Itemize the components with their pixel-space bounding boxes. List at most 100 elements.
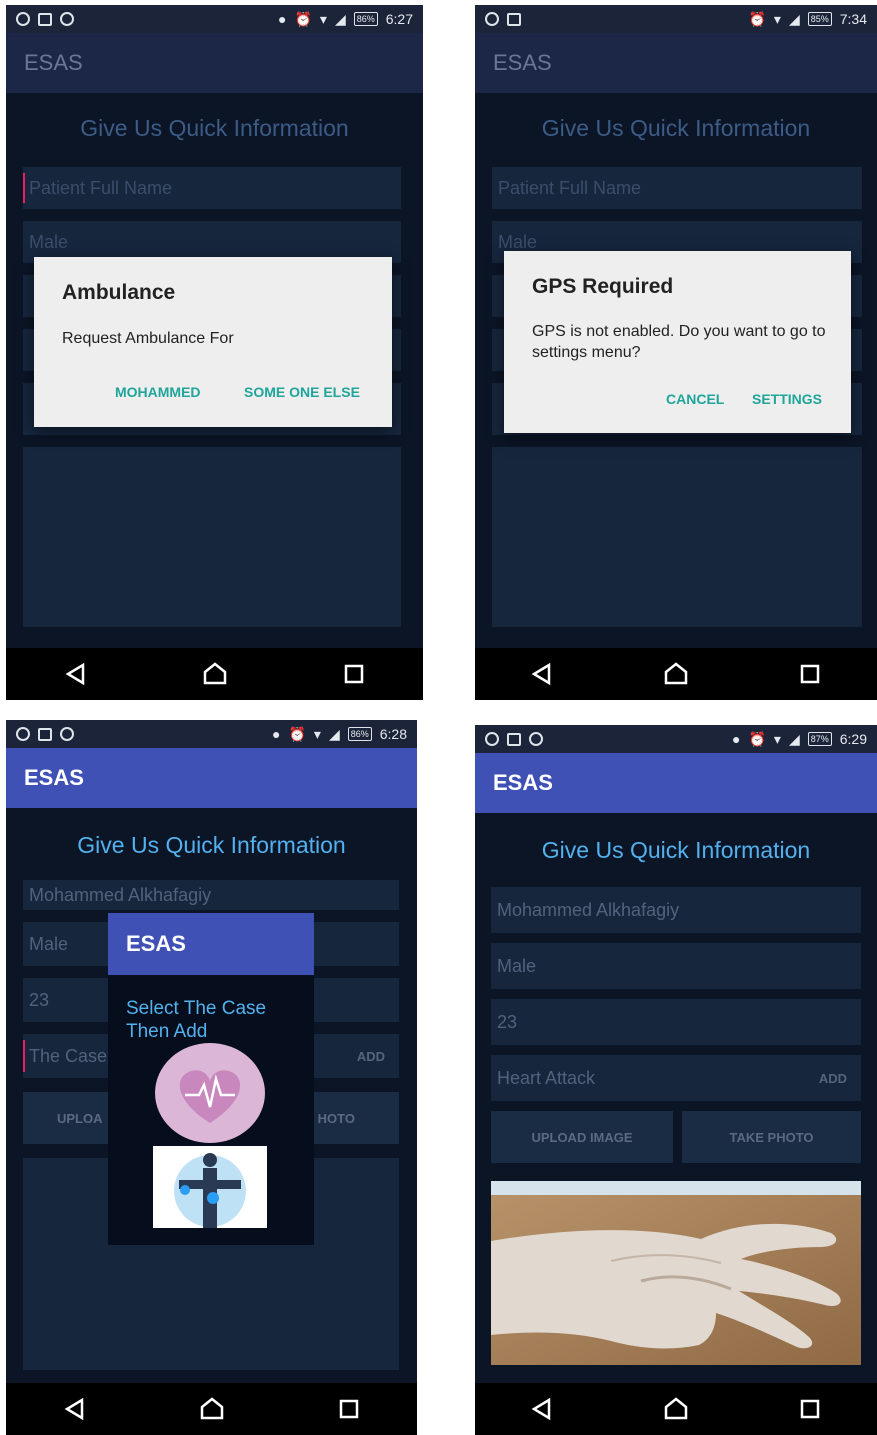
back-icon[interactable] bbox=[62, 1396, 88, 1422]
photo-label: HOTO bbox=[317, 1110, 355, 1126]
age-field[interactable]: 23 bbox=[491, 999, 861, 1045]
app-bar-title: ESAS bbox=[475, 753, 877, 813]
gallery-icon bbox=[38, 727, 52, 741]
recents-icon[interactable] bbox=[797, 661, 823, 687]
app-notification-icon bbox=[60, 727, 74, 741]
phone-screen-gps: ⏰ ▾ ◢ 85% 7:34 ESAS Give Us Quick Inform… bbox=[475, 5, 877, 700]
add-button[interactable]: ADD bbox=[357, 1049, 385, 1064]
gallery-icon bbox=[507, 12, 521, 26]
whatsapp-icon bbox=[16, 727, 30, 741]
case-value: Heart Attack bbox=[497, 1067, 596, 1088]
take-photo-button[interactable]: TAKE PHOTO bbox=[682, 1111, 861, 1163]
nav-bar bbox=[475, 648, 877, 700]
phone-screen-ambulance: ● ⏰ ▾ ◢ 86% 6:27 ESAS Give Us Quick Info… bbox=[6, 5, 423, 700]
popup-message: Select The Case Then Add bbox=[126, 998, 267, 1042]
back-icon[interactable] bbox=[529, 1396, 555, 1422]
back-icon[interactable] bbox=[529, 661, 555, 687]
add-button[interactable]: ADD bbox=[819, 1071, 847, 1086]
status-bar: ● ⏰ ▾ ◢ 87% 6:29 bbox=[475, 725, 877, 753]
home-icon[interactable] bbox=[663, 1396, 689, 1422]
mohammed-button[interactable]: MOHAMMED bbox=[115, 384, 201, 400]
gender-field[interactable]: Male bbox=[491, 943, 861, 989]
case-placeholder: The Case bbox=[29, 1045, 108, 1066]
whatsapp-icon bbox=[485, 732, 499, 746]
gallery-icon bbox=[38, 12, 52, 26]
whatsapp-icon bbox=[16, 12, 30, 26]
upload-label: UPLOA bbox=[57, 1110, 103, 1126]
patient-name-input[interactable]: Mohammed Alkhafagiy bbox=[491, 887, 861, 933]
case-input[interactable]: Heart Attack ADD bbox=[491, 1055, 861, 1101]
home-icon[interactable] bbox=[202, 661, 228, 687]
alarm-icon: ⏰ bbox=[748, 730, 766, 747]
battery-indicator: 86% bbox=[353, 12, 378, 26]
status-bar: ● ⏰ ▾ ◢ 86% 6:27 bbox=[6, 5, 423, 33]
dialog-message: GPS is not enabled. Do you want to go to… bbox=[532, 323, 826, 361]
clock: 6:28 bbox=[379, 726, 407, 742]
text-cursor bbox=[23, 1040, 25, 1072]
clock: 6:29 bbox=[839, 731, 867, 747]
injury-case-icon[interactable] bbox=[153, 1146, 267, 1228]
popup-title: ESAS bbox=[108, 913, 314, 975]
page-heading: Give Us Quick Information bbox=[77, 832, 346, 858]
gender-value: Male bbox=[497, 955, 537, 976]
age-value: 23 bbox=[497, 1011, 518, 1032]
phone-screen-filled-form: ● ⏰ ▾ ◢ 87% 6:29 ESAS Give Us Quick Info… bbox=[475, 725, 877, 1435]
signal-icon: ◢ bbox=[334, 10, 346, 27]
app-notification-icon bbox=[529, 732, 543, 746]
patient-name-input[interactable]: Mohammed Alkhafagiy bbox=[23, 880, 399, 910]
patient-name-placeholder: Patient Full Name bbox=[498, 177, 642, 198]
clock: 7:34 bbox=[839, 11, 867, 27]
recents-icon[interactable] bbox=[797, 1396, 823, 1422]
battery-indicator: 86% bbox=[347, 727, 372, 741]
heart-case-icon[interactable] bbox=[155, 1043, 265, 1143]
alarm-icon: ⏰ bbox=[294, 10, 312, 27]
age-value: 23 bbox=[29, 989, 50, 1010]
someone-else-button[interactable]: SOME ONE ELSE bbox=[244, 384, 360, 400]
gallery-icon bbox=[507, 732, 521, 746]
patient-name-value: Mohammed Alkhafagiy bbox=[29, 884, 212, 905]
location-icon: ● bbox=[732, 731, 741, 747]
app-bar-title: ESAS bbox=[6, 748, 417, 808]
patient-name-input[interactable]: Patient Full Name bbox=[492, 167, 862, 209]
nav-bar bbox=[475, 1383, 877, 1435]
gender-value: Male bbox=[29, 933, 69, 954]
home-icon[interactable] bbox=[663, 661, 689, 687]
gender-value: Male bbox=[498, 231, 538, 252]
clock: 6:27 bbox=[385, 11, 413, 27]
signal-icon: ◢ bbox=[788, 10, 800, 27]
alarm-icon: ⏰ bbox=[288, 725, 306, 742]
location-icon: ● bbox=[278, 11, 287, 27]
gps-dialog: GPS Required GPS is not enabled. Do you … bbox=[504, 251, 851, 433]
back-icon[interactable] bbox=[63, 661, 89, 687]
image-panel bbox=[492, 447, 862, 627]
wifi-icon: ▾ bbox=[313, 725, 321, 742]
app-bar-title: ESAS bbox=[6, 33, 423, 93]
app-notification-icon bbox=[485, 12, 499, 26]
patient-name-input[interactable]: Patient Full Name bbox=[23, 167, 401, 209]
dialog-message: Request Ambulance For bbox=[62, 330, 234, 347]
recents-icon[interactable] bbox=[341, 661, 367, 687]
wifi-icon: ▾ bbox=[773, 730, 781, 747]
page-heading: Give Us Quick Information bbox=[541, 837, 811, 863]
nav-bar bbox=[6, 1383, 417, 1435]
phone-screen-select-case: ● ⏰ ▾ ◢ 86% 6:28 ESAS Give Us Quick Info… bbox=[6, 720, 417, 1435]
text-cursor bbox=[23, 173, 25, 203]
ambulance-dialog: Ambulance Request Ambulance For MOHAMMED… bbox=[34, 257, 392, 427]
case-select-popup: ESAS Select The Case Then Add bbox=[108, 913, 314, 1245]
recents-icon[interactable] bbox=[336, 1396, 362, 1422]
cancel-button[interactable]: CANCEL bbox=[666, 391, 724, 407]
status-bar: ⏰ ▾ ◢ 85% 7:34 bbox=[475, 5, 877, 33]
patient-name-value: Mohammed Alkhafagiy bbox=[497, 899, 680, 920]
alarm-icon: ⏰ bbox=[748, 10, 766, 27]
app-bar-title: ESAS bbox=[475, 33, 877, 93]
home-icon[interactable] bbox=[199, 1396, 225, 1422]
page-heading: Give Us Quick Information bbox=[541, 115, 811, 141]
app-notification-icon bbox=[60, 12, 74, 26]
signal-icon: ◢ bbox=[328, 725, 340, 742]
battery-indicator: 85% bbox=[807, 12, 832, 26]
battery-indicator: 87% bbox=[807, 732, 832, 746]
status-bar: ● ⏰ ▾ ◢ 86% 6:28 bbox=[6, 720, 417, 748]
dialog-title: Ambulance bbox=[62, 281, 176, 304]
upload-image-button[interactable]: UPLOAD IMAGE bbox=[491, 1111, 673, 1163]
settings-button[interactable]: SETTINGS bbox=[752, 391, 822, 407]
